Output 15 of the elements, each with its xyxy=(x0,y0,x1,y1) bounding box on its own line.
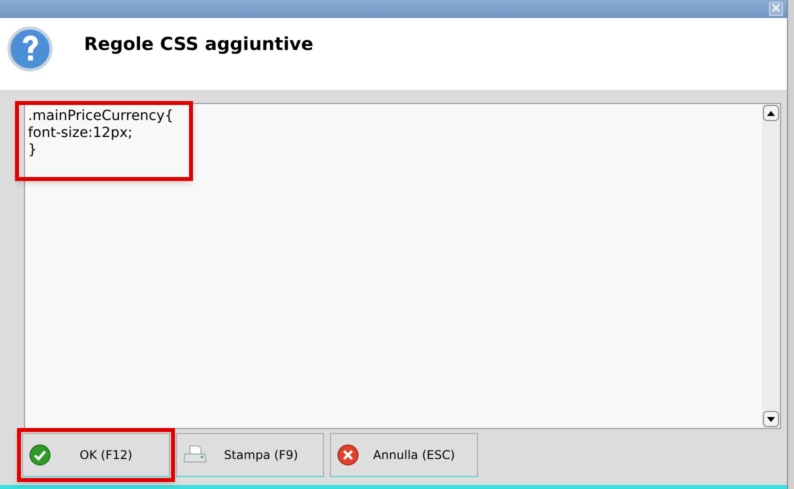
code-line: font-size:12px; xyxy=(28,125,132,142)
help-icon xyxy=(7,26,53,72)
cancel-icon xyxy=(337,444,359,466)
checkmark-icon xyxy=(29,444,51,466)
dialog-button[interactable]: OK (F12) xyxy=(22,433,170,477)
up-arrow-icon xyxy=(767,110,775,116)
down-arrow-icon xyxy=(767,416,775,422)
scroll-down-button[interactable] xyxy=(763,411,779,427)
dialog-title: Regole CSS aggiuntive xyxy=(84,33,314,57)
dialog-button[interactable]: Stampa (F9) xyxy=(176,433,324,477)
dialog-button[interactable]: Annulla (ESC) xyxy=(330,433,478,477)
code-line: .mainPriceCurrency{ xyxy=(28,108,174,125)
scroll-up-button[interactable] xyxy=(763,105,779,121)
code-line: } xyxy=(28,142,37,159)
code-editor[interactable]: .mainPriceCurrency{ font-size:12px; } xyxy=(24,103,781,429)
